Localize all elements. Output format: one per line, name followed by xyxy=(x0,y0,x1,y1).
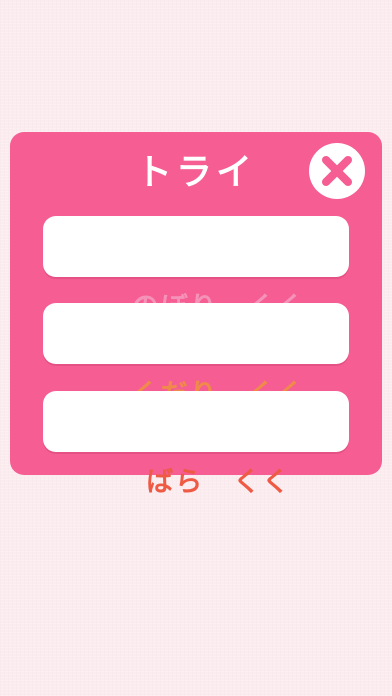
bara-kuku-label: ばら くく xyxy=(146,467,292,498)
close-icon xyxy=(322,156,352,186)
close-button[interactable] xyxy=(309,143,365,199)
bara-kuku-button[interactable]: ばら くく xyxy=(43,391,349,498)
noboru-kuku-button[interactable]: のぼり くく xyxy=(43,216,349,323)
try-dialog: トライ のぼり くく くだり くく ばら くく xyxy=(10,132,382,498)
kudari-kuku-button[interactable]: くだり くく xyxy=(43,303,349,410)
